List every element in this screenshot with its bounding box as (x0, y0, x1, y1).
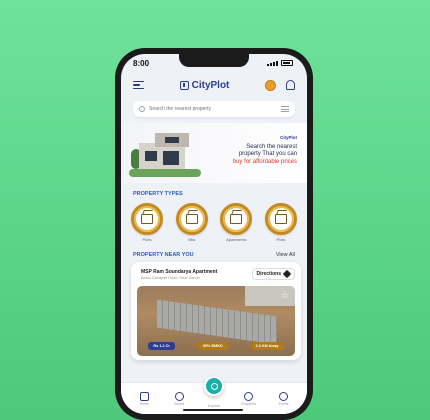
bell-icon[interactable] (286, 80, 295, 90)
property-photo: ☆ Rs 1.2 Cr 30% BMKD 2.3 KM Away (137, 286, 295, 356)
property-type-item[interactable]: Plots (264, 203, 297, 242)
property-types-title: PROPERTY TYPES (133, 191, 183, 197)
search-input[interactable] (149, 106, 277, 112)
directions-icon (282, 269, 292, 279)
villa-icon (185, 214, 198, 224)
menu-icon[interactable] (133, 80, 144, 90)
property-type-label: Plots (276, 237, 286, 242)
apartment-icon (230, 214, 243, 224)
status-indicators (267, 60, 293, 66)
filter-icon[interactable] (281, 106, 289, 112)
view-all-link[interactable]: View All (276, 252, 295, 258)
photo-wall (157, 299, 277, 345)
property-card[interactable]: MSP Ram Soundarya Apartment Besta Ganapa… (131, 262, 301, 360)
brand-name: CityPlot (191, 79, 230, 91)
property-type-label: Apartments (226, 237, 247, 242)
price-pill: Rs 1.2 Cr (148, 342, 175, 350)
nav-enquiries[interactable]: Enquiries (235, 391, 263, 406)
plot-icon (274, 214, 287, 224)
search-fab-icon (210, 382, 218, 390)
phone-frame: 8:00 CityPlot Search the nearest propert… (115, 48, 313, 420)
profile-icon (279, 391, 289, 401)
home-icon (139, 391, 149, 401)
card-heading: MSP Ram Soundarya Apartment Besta Ganapa… (141, 269, 217, 280)
nearby-heading: PROPERTY NEAR YOU View All (133, 252, 295, 258)
header-actions (265, 79, 295, 91)
brand-logo: CityPlot (179, 79, 230, 91)
search-bar (133, 101, 295, 117)
banner-brand: CityPlot (279, 135, 297, 140)
favorite-icon[interactable]: ☆ (281, 290, 289, 301)
home-indicator (183, 409, 243, 411)
property-types-list: Plots Villa Apartments Plots (121, 197, 307, 242)
property-type-label: Villa (187, 237, 196, 242)
banner-line-2: property That you can (238, 151, 297, 158)
card-subtitle: Besta Ganapati Road, Near Sandh (141, 275, 200, 280)
card-pills: Rs 1.2 Cr 30% BMKD 2.3 KM Away (137, 342, 295, 350)
property-type-item[interactable]: Apartments (220, 203, 253, 242)
banner-highlight: buy for affordable prices (232, 158, 297, 165)
nav-home[interactable]: Home (130, 391, 158, 406)
status-time: 8:00 (133, 58, 150, 68)
search-fab[interactable] (204, 376, 224, 396)
property-type-ring (175, 203, 208, 235)
nearby-title: PROPERTY NEAR YOU (133, 252, 194, 258)
nav-explore-label: Explore (208, 403, 220, 408)
directions-button[interactable]: Directions (251, 268, 295, 280)
brand-mark-icon (179, 80, 189, 90)
distance-pill: 2.3 KM Away (250, 342, 284, 350)
nav-enquiries-label: Enquiries (241, 401, 257, 406)
star-icon (174, 391, 184, 401)
avatar[interactable] (265, 79, 276, 91)
signal-icon (267, 60, 278, 66)
property-type-ring (220, 203, 253, 235)
refresh-icon (244, 391, 254, 401)
battery-icon (281, 60, 293, 66)
banner-copy: CityPlot Search the nearest property Tha… (225, 135, 297, 166)
nav-profile-label: Profile (278, 401, 289, 406)
phone-notch (179, 54, 249, 67)
house-illustration (129, 129, 201, 179)
card-title: MSP Ram Soundarya Apartment (141, 268, 218, 275)
nav-saved-label: Saved (174, 401, 185, 406)
plot-icon (141, 214, 153, 224)
bmkd-pill: 30% BMKD (197, 342, 228, 350)
card-header: MSP Ram Soundarya Apartment Besta Ganapa… (131, 262, 301, 280)
app-screen: 8:00 CityPlot Search the nearest propert… (121, 54, 307, 414)
banner-line-1: Search the nearest (246, 143, 297, 150)
nav-saved[interactable]: Saved (165, 391, 193, 406)
promo-banner[interactable]: CityPlot Search the nearest property Tha… (121, 123, 307, 183)
property-type-label: Plots (142, 237, 152, 242)
property-type-ring (264, 203, 297, 235)
app-header: CityPlot (121, 72, 307, 98)
property-type-ring (131, 203, 163, 235)
nav-home-label: Home (139, 401, 150, 406)
property-type-item[interactable]: Plots (131, 203, 163, 242)
directions-label: Directions (256, 271, 281, 277)
property-type-item[interactable]: Villa (175, 203, 208, 242)
search-icon (139, 106, 145, 112)
nav-profile[interactable]: Profile (270, 391, 298, 406)
